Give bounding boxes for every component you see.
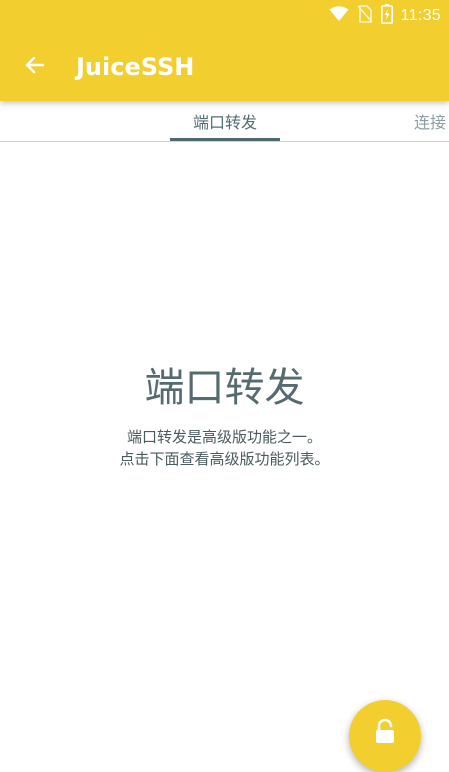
status-time: 11:35 <box>400 7 441 24</box>
empty-state-line-1: 端口转发是高级版功能之一。 <box>126 428 322 446</box>
app-bar: 11:35 JuiceSSH <box>0 0 449 101</box>
wifi-icon <box>329 6 349 26</box>
empty-state-description: 端口转发是高级版功能之一。 点击下面查看高级版功能列表。 <box>0 426 449 470</box>
unlock-fab-button[interactable] <box>349 700 421 772</box>
status-icons: 11:35 <box>329 4 441 28</box>
back-button[interactable] <box>18 50 52 84</box>
tab-connections[interactable]: 连接 <box>414 101 449 141</box>
status-bar: 11:35 <box>0 0 449 32</box>
tab-indicator <box>170 138 280 141</box>
tab-label: 连接 <box>414 113 447 132</box>
no-sim-icon <box>357 5 373 27</box>
empty-state-line-2: 点击下面查看高级版功能列表。 <box>119 450 330 468</box>
empty-state: 端口转发 端口转发是高级版功能之一。 点击下面查看高级版功能列表。 <box>0 360 449 470</box>
battery-charging-icon <box>380 4 393 28</box>
tab-label: 端口转发 <box>192 113 257 132</box>
empty-state-title: 端口转发 <box>144 365 305 411</box>
arrow-left-icon <box>23 53 47 81</box>
tab-bar: 端口转发 连接 <box>0 101 449 142</box>
tab-port-forwarding[interactable]: 端口转发 <box>170 101 280 141</box>
app-title: JuiceSSH <box>76 53 195 81</box>
unlock-icon <box>373 718 397 748</box>
